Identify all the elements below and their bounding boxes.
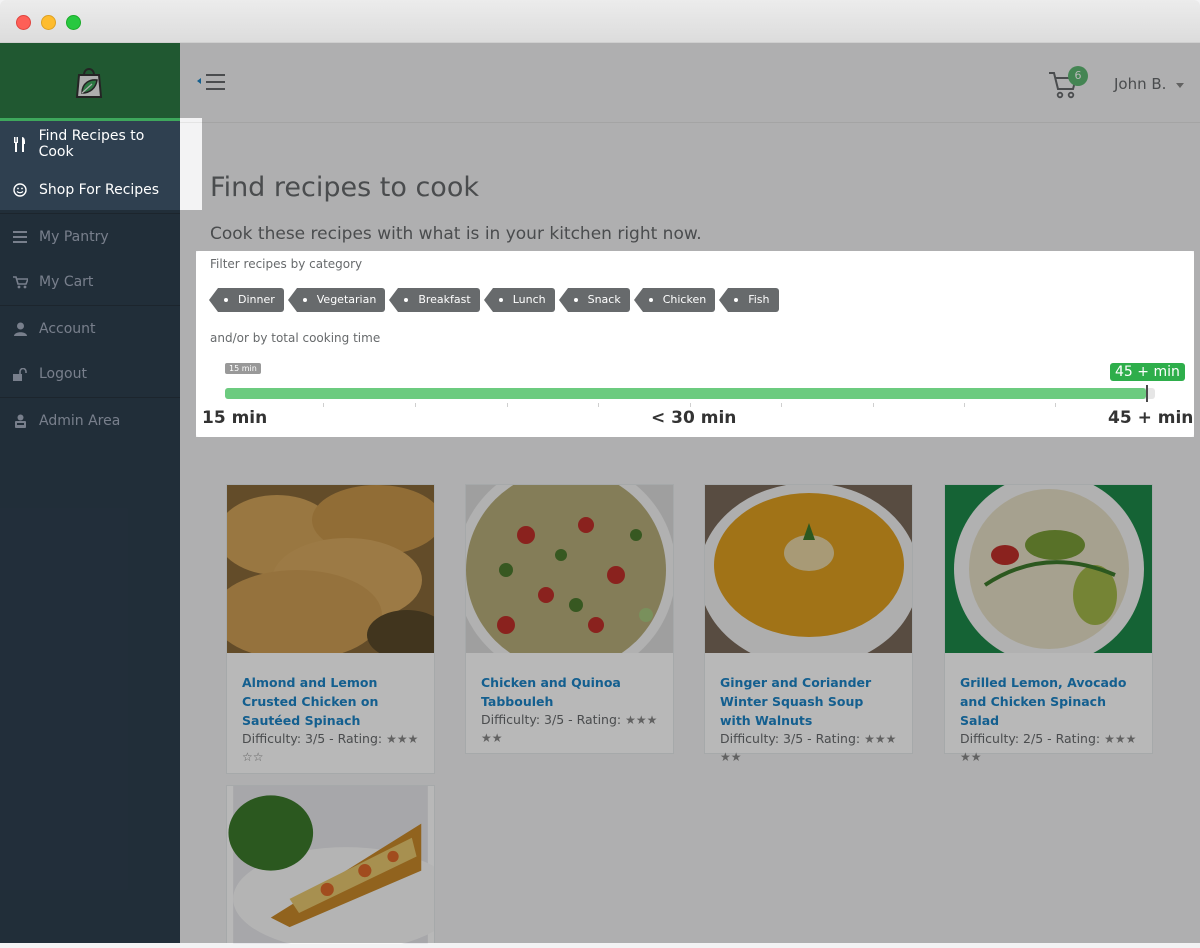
recipe-image-squash-soup xyxy=(699,483,919,667)
minimize-window-button[interactable] xyxy=(41,15,56,30)
slider-handle[interactable] xyxy=(1146,385,1148,402)
tag-vegetarian[interactable]: Vegetarian xyxy=(287,288,386,312)
tag-breakfast[interactable]: Breakfast xyxy=(389,288,480,312)
recipe-meta: Difficulty: 2/5 - Rating: ★★★ ★★ xyxy=(960,730,1138,766)
category-filter-label: Filter recipes by category xyxy=(210,257,363,271)
slider-grid-label-mid: < 30 min xyxy=(651,408,737,428)
recipe-meta: Difficulty: 3/5 - Rating: ★★★ ★★ xyxy=(720,730,898,766)
time-filter-label: and/or by total cooking time xyxy=(210,331,381,345)
slider-tick xyxy=(1055,403,1056,407)
logo[interactable] xyxy=(0,43,180,121)
slider-tick xyxy=(323,403,324,407)
slider-tick xyxy=(598,403,599,407)
recipe-image-avocado-salad xyxy=(945,474,1152,664)
recipe-grid: Almond and Lemon Crusted Chicken on Saut… xyxy=(211,460,1171,948)
slider-grid-label-max: 45 + min xyxy=(1108,408,1194,428)
tag-lunch[interactable]: Lunch xyxy=(483,288,555,312)
sidebar-highlight xyxy=(0,118,202,210)
unlock-icon xyxy=(12,366,28,382)
sidebar-item-label: Account xyxy=(39,320,96,337)
slider-from-badge: 15 min xyxy=(225,363,261,374)
sidebar-item-cart[interactable]: My Cart xyxy=(0,259,180,305)
recipe-meta: Difficulty: 3/5 - Rating: ★★★ ☆☆ xyxy=(242,730,420,766)
sidebar-item-pantry[interactable]: My Pantry xyxy=(0,213,180,259)
slider-tick xyxy=(415,403,416,407)
top-navbar: 6 John B. xyxy=(180,43,1200,123)
slider-to-badge: 45 + min xyxy=(1110,363,1185,381)
window-titlebar xyxy=(0,0,1200,43)
cooking-time-slider[interactable] xyxy=(225,388,1155,399)
menu-toggle-button[interactable] xyxy=(196,73,228,95)
sidebar-item-logout[interactable]: Logout xyxy=(0,351,180,397)
slider-fill xyxy=(225,388,1146,399)
sidebar-item-label: My Pantry xyxy=(39,228,109,245)
recipe-card[interactable]: Ginger and Coriander Winter Squash Soup … xyxy=(699,483,919,764)
sidebar-item-label: Admin Area xyxy=(39,412,121,429)
recipe-difficulty: Difficulty: 3/5 - Rating: xyxy=(242,731,383,746)
tag-dinner[interactable]: Dinner xyxy=(209,288,284,312)
tag-snack[interactable]: Snack xyxy=(558,288,630,312)
list-icon xyxy=(12,229,28,245)
recipe-title[interactable]: Ginger and Coriander Winter Squash Soup … xyxy=(720,673,898,730)
cart-count-badge: 6 xyxy=(1068,66,1088,86)
slider-grid-label-min: 15 min xyxy=(202,408,268,428)
recipe-image-crusted-chicken xyxy=(212,485,447,660)
sidebar-item-label: Logout xyxy=(39,366,87,382)
recipe-card[interactable] xyxy=(226,785,459,948)
maximize-window-button[interactable] xyxy=(66,15,81,30)
recipe-title[interactable]: Grilled Lemon, Avocado and Chicken Spina… xyxy=(960,673,1138,730)
dim-overlay xyxy=(180,210,202,251)
category-tags: Dinner Vegetarian Breakfast Lunch Snack … xyxy=(209,288,792,312)
page-title: Find recipes to cook xyxy=(210,172,479,203)
admin-icon xyxy=(12,413,28,429)
slider-tick xyxy=(873,403,874,407)
page-subtitle: Cook these recipes with what is in your … xyxy=(210,224,702,244)
user-icon xyxy=(12,321,28,337)
sidebar-item-label: My Cart xyxy=(39,274,94,290)
user-menu[interactable]: John B. xyxy=(1114,75,1166,93)
dim-overlay xyxy=(180,251,196,437)
hamburger-icon xyxy=(197,74,225,90)
tag-fish[interactable]: Fish xyxy=(719,288,779,312)
recipe-image-quiche xyxy=(228,786,459,948)
recipe-card[interactable]: Almond and Lemon Crusted Chicken on Saut… xyxy=(212,484,447,774)
filter-panel: Filter recipes by category Dinner Vegeta… xyxy=(196,251,1194,437)
tag-chicken[interactable]: Chicken xyxy=(633,288,716,312)
sidebar-item-account[interactable]: Account xyxy=(0,305,180,351)
recipe-card[interactable]: Grilled Lemon, Avocado and Chicken Spina… xyxy=(944,474,1153,764)
recipe-card[interactable]: Chicken and Quinoa Tabbouleh Difficulty:… xyxy=(456,460,676,754)
caret-down-icon[interactable] xyxy=(1176,83,1184,88)
dim-overlay xyxy=(1194,251,1200,437)
close-window-button[interactable] xyxy=(16,15,31,30)
slider-tick xyxy=(690,403,691,407)
slider-tick xyxy=(507,403,508,407)
recipe-difficulty: Difficulty: 3/5 - Rating: xyxy=(481,712,622,727)
shopping-bag-leaf-icon xyxy=(75,68,103,98)
cart-icon xyxy=(12,274,28,290)
recipe-difficulty: Difficulty: 2/5 - Rating: xyxy=(960,731,1101,746)
recipe-meta: Difficulty: 3/5 - Rating: ★★★ ★★ xyxy=(481,711,659,747)
recipe-difficulty: Difficulty: 3/5 - Rating: xyxy=(720,731,861,746)
slider-tick xyxy=(964,403,965,407)
recipe-title[interactable]: Chicken and Quinoa Tabbouleh xyxy=(481,673,659,711)
recipe-title[interactable]: Almond and Lemon Crusted Chicken on Saut… xyxy=(242,673,420,730)
recipe-image-quinoa-tabbouleh xyxy=(456,460,676,680)
slider-tick xyxy=(781,403,782,407)
sidebar-item-admin[interactable]: Admin Area xyxy=(0,397,180,443)
